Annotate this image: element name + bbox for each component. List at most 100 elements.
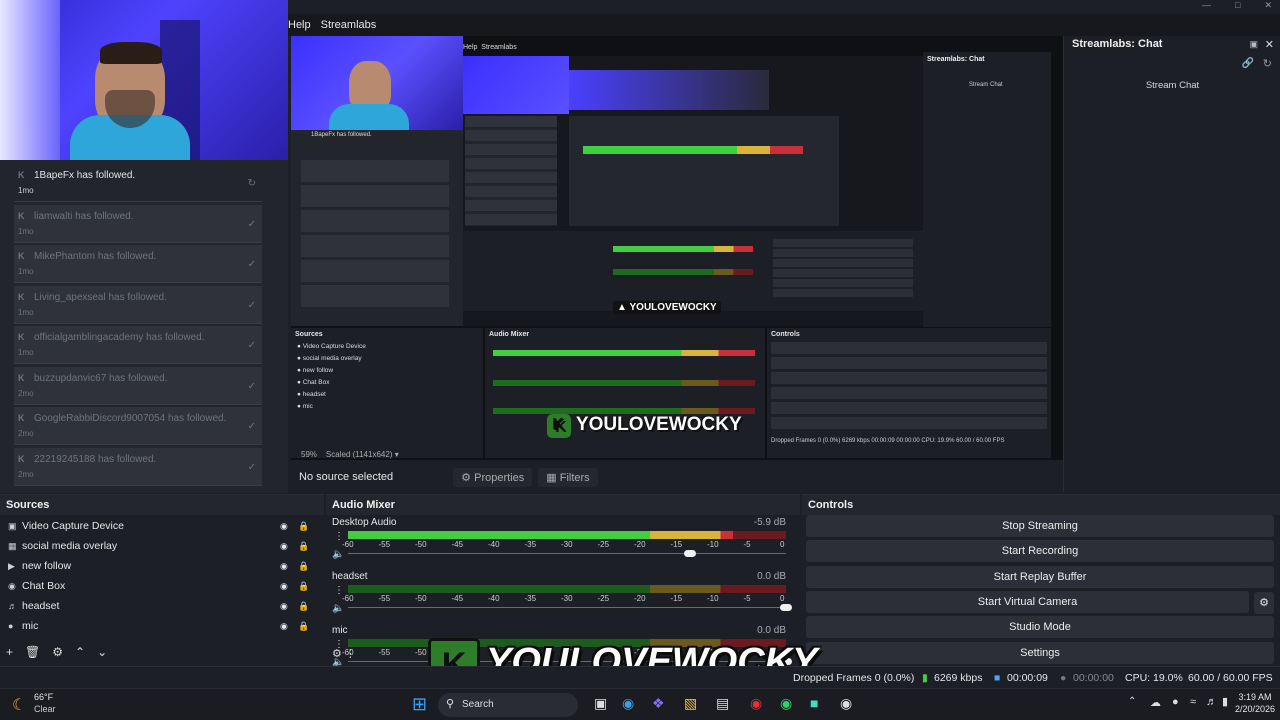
source-label: Video Capture Device: [22, 520, 124, 532]
app-red-icon[interactable]: ◉: [750, 695, 762, 712]
control-button-start-replay-buffer[interactable]: Start Replay Buffer: [806, 565, 1274, 588]
feed-text: GoogleRabbiDiscord9007054 has followed.: [34, 413, 227, 424]
kick-icon: K: [18, 210, 25, 221]
control-button-start-recording[interactable]: Start Recording: [806, 540, 1274, 563]
replay-icon[interactable]: ↻: [248, 178, 256, 189]
globe-icon: ◉: [8, 580, 16, 591]
check-icon[interactable]: ✓: [248, 462, 256, 473]
control-button-settings[interactable]: Settings: [806, 641, 1274, 664]
tray-chevron-icon[interactable]: ⌃: [1128, 696, 1136, 707]
eye-icon[interactable]: ◉: [280, 601, 288, 612]
scale-tick: -25: [597, 594, 610, 603]
streamlabs-icon[interactable]: ■: [810, 695, 818, 711]
volume-slider-handle[interactable]: [683, 550, 696, 557]
menu-help[interactable]: Help: [288, 19, 311, 31]
eye-icon[interactable]: ◉: [280, 541, 288, 552]
eye-icon[interactable]: ◉: [280, 621, 288, 632]
control-button-stop-streaming[interactable]: Stop Streaming: [806, 515, 1274, 537]
channel-name: Desktop Audio: [332, 517, 397, 528]
mixer-settings-icon[interactable]: ⚙ ⋮: [332, 647, 356, 660]
scale-tick: -40: [488, 594, 500, 603]
virtual-camera-settings-icon[interactable]: ⚙: [1254, 592, 1274, 614]
preview-canvas[interactable]: Help Streamlabs 1BapeFx has followed. ▲ …: [291, 36, 1063, 460]
chat-title: Streamlabs: Chat: [1072, 38, 1163, 50]
filters-button[interactable]: ▦ Filters: [538, 467, 598, 487]
arrow-down-icon[interactable]: ⌄: [97, 645, 107, 659]
scale-tick: -50: [415, 594, 427, 603]
close-chat-icon[interactable]: ✕: [1265, 38, 1274, 51]
gear-icon[interactable]: ⚙: [52, 645, 63, 659]
control-button-studio-mode[interactable]: Studio Mode: [806, 616, 1274, 639]
scale-tick: -45: [451, 594, 464, 603]
check-icon[interactable]: ✓: [248, 300, 256, 311]
eye-icon[interactable]: ◉: [280, 561, 288, 572]
properties-button[interactable]: ⚙ Properties: [453, 467, 533, 487]
clock-date[interactable]: 2/20/2026: [1230, 704, 1280, 714]
follow-feed: K 1BapeFx has followed. 1mo ↻ Kliamwalti has…: [0, 160, 288, 493]
battery-icon[interactable]: ▮: [1222, 695, 1228, 708]
wifi-icon[interactable]: ≈: [1190, 696, 1196, 708]
trash-icon[interactable]: 🗑: [25, 645, 40, 659]
check-icon[interactable]: ✓: [248, 340, 256, 351]
volume-icon[interactable]: 🔈: [332, 549, 344, 560]
lock-icon[interactable]: 🔒: [298, 581, 309, 592]
lock-icon[interactable]: 🔒: [298, 621, 309, 632]
feed-item: K MikePhantom has followed. 1mo ✓: [14, 245, 262, 283]
arrow-up-icon[interactable]: ⌃: [75, 645, 85, 659]
volume-slider-handle[interactable]: [780, 604, 792, 611]
source-item[interactable]: ◉ Chat Box ◉ 🔒: [0, 576, 320, 596]
preview-bar: No source selected ⚙ Properties ▦ Filter…: [291, 462, 1063, 492]
status-bar: Dropped Frames 0 (0.0%) ▮ 6269 kbps ■ 00…: [0, 666, 1280, 688]
eye-icon[interactable]: ◉: [280, 521, 288, 532]
source-item[interactable]: ▦ social media overlay ◉ 🔒: [0, 536, 320, 556]
source-item[interactable]: ● mic ◉ 🔒: [0, 616, 320, 636]
refresh-icon[interactable]: ↻: [1263, 57, 1272, 70]
chrome-icon[interactable]: ◉: [840, 695, 852, 712]
source-item[interactable]: ▶ new follow ◉ 🔒: [0, 556, 320, 576]
lock-icon[interactable]: 🔒: [298, 521, 309, 532]
minimize-icon[interactable]: —: [1202, 0, 1211, 14]
copilot-icon[interactable]: ❖: [652, 695, 665, 712]
source-item[interactable]: ♬ headset ◉ 🔒: [0, 596, 320, 616]
clock-time[interactable]: 3:19 AM: [1234, 692, 1276, 702]
level-meter: [348, 585, 786, 593]
scale-tick: -50: [415, 648, 427, 657]
nested-controls: Controls Dropped Frames 0 (0.0%) 6269 kb…: [767, 328, 1051, 458]
source-item[interactable]: ▣ Video Capture Device ◉ 🔒: [0, 516, 320, 536]
volume-slider-track[interactable]: [348, 553, 786, 554]
folder-icon[interactable]: ▧: [684, 695, 697, 712]
cloud-icon[interactable]: ☁: [1150, 696, 1161, 709]
add-icon[interactable]: +: [6, 645, 13, 659]
feed-time: 1mo: [18, 307, 34, 317]
volume-icon[interactable]: 🔈: [332, 603, 344, 614]
sources-title: Sources: [0, 495, 324, 515]
store-icon[interactable]: ▤: [716, 695, 729, 712]
menu-streamlabs[interactable]: Streamlabs: [321, 19, 377, 31]
search-icon: ⚲: [446, 698, 455, 710]
task-view-icon[interactable]: ▣: [594, 695, 607, 712]
control-button-start-virtual-camera[interactable]: Start Virtual Camera: [806, 590, 1249, 613]
scale-tick: -30: [561, 540, 573, 549]
check-icon[interactable]: ✓: [248, 259, 256, 270]
lock-icon[interactable]: 🔒: [298, 601, 309, 612]
mic-tray-icon[interactable]: ●: [1172, 696, 1179, 708]
windows-start-icon[interactable]: ⊞: [412, 694, 427, 715]
float-icon[interactable]: ▣: [1249, 39, 1258, 50]
edge-icon[interactable]: ◉: [622, 695, 634, 712]
check-icon[interactable]: ✓: [248, 381, 256, 392]
lock-icon[interactable]: 🔒: [298, 561, 309, 572]
link-icon[interactable]: 🔗: [1242, 58, 1254, 69]
close-icon[interactable]: ✕: [1264, 0, 1272, 14]
volume-icon[interactable]: ♬: [1206, 696, 1217, 708]
check-icon[interactable]: ✓: [248, 421, 256, 432]
spotify-icon[interactable]: ◉: [780, 695, 792, 712]
taskbar-search[interactable]: ⚲ Search: [438, 693, 578, 717]
kick-icon: K: [18, 332, 25, 342]
volume-slider-track[interactable]: [348, 607, 786, 608]
eye-icon[interactable]: ◉: [280, 581, 288, 592]
scale-tick: -40: [488, 540, 500, 549]
lock-icon[interactable]: 🔒: [298, 541, 309, 552]
source-label: Chat Box: [22, 580, 66, 592]
check-icon[interactable]: ✓: [248, 219, 256, 230]
maximize-icon[interactable]: □: [1235, 0, 1240, 14]
